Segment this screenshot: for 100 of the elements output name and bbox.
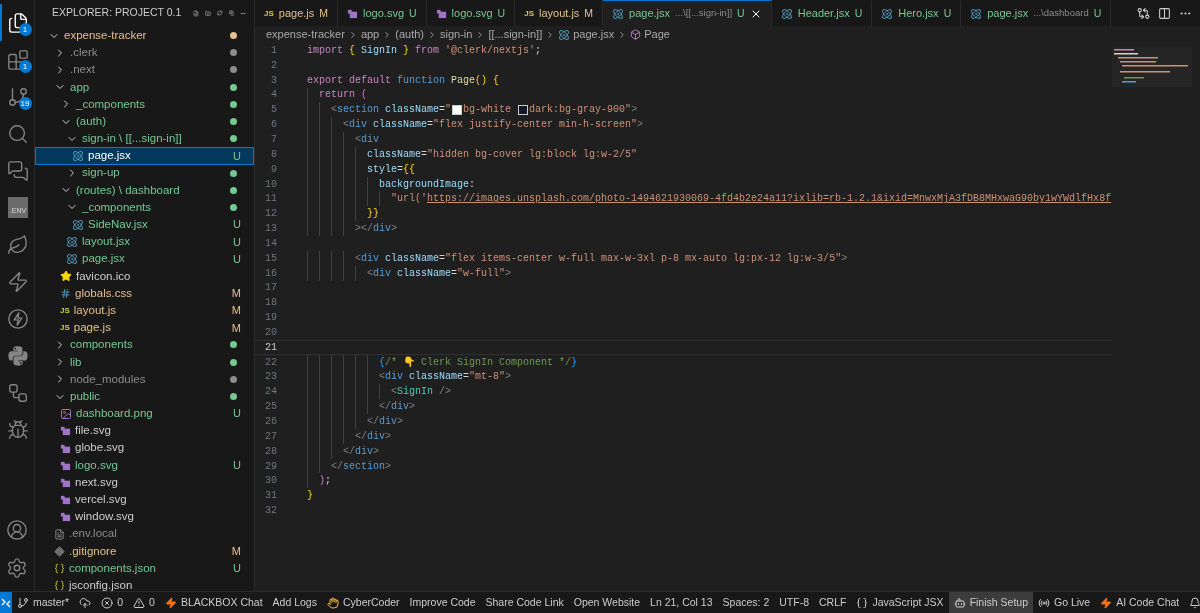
- file-row[interactable]: components.json U: [35, 559, 254, 577]
- folder-row[interactable]: .clerk: [35, 44, 254, 62]
- breadcrumb-item[interactable]: app: [360, 26, 380, 43]
- status-item[interactable]: CRLF: [814, 592, 852, 613]
- status-item[interactable]: 0: [96, 592, 129, 613]
- line-number: 17: [264, 281, 278, 296]
- error-icon: [101, 596, 114, 609]
- folder-name: (routes) \ dashboard: [76, 182, 180, 198]
- react-icon: [780, 7, 793, 20]
- folder-row[interactable]: _components: [35, 198, 254, 217]
- breadcrumb-item[interactable]: sign-in: [440, 26, 473, 43]
- folder-row[interactable]: public: [35, 387, 254, 406]
- folder-row[interactable]: .next: [35, 61, 254, 79]
- file-row[interactable]: dashboard.png U: [35, 405, 254, 423]
- folder-row[interactable]: node_modules: [35, 370, 254, 388]
- folder-name: components: [70, 337, 133, 353]
- warning-icon: [133, 596, 146, 609]
- tab-label: layout.js: [539, 6, 580, 22]
- folder-row[interactable]: expense-tracker: [35, 27, 254, 45]
- status-item[interactable]: UTF-8: [774, 592, 814, 613]
- folder-row[interactable]: components: [35, 336, 254, 354]
- status-item[interactable]: JavaScript JSX: [851, 592, 949, 613]
- breadcrumb-item[interactable]: page.jsx: [573, 26, 615, 43]
- file-row[interactable]: globals.css M: [35, 284, 254, 302]
- breadcrumb-item[interactable]: expense-tracker: [266, 26, 345, 43]
- status-item[interactable]: Ln 21, Col 13: [645, 592, 718, 613]
- status-item[interactable]: BLACKBOX Chat: [159, 592, 268, 613]
- file-name: globe.svg: [75, 440, 125, 456]
- file-name: components.json: [69, 560, 156, 576]
- status-item[interactable]: master*: [12, 592, 75, 613]
- code-text: <div: [355, 133, 380, 147]
- folder-row[interactable]: _components: [35, 95, 254, 113]
- branch-icon: [17, 596, 29, 609]
- file-row[interactable]: .gitignore M: [35, 542, 254, 560]
- git-status-label: U: [233, 406, 241, 422]
- file-row[interactable]: vercel.svg: [35, 491, 254, 509]
- status-item[interactable]: CyberCoder: [321, 592, 405, 613]
- line-number: 16: [264, 266, 278, 281]
- file-row[interactable]: next.svg: [35, 473, 254, 492]
- breadcrumb-item[interactable]: Page: [644, 26, 670, 43]
- remote-button[interactable]: [0, 592, 12, 613]
- status-item[interactable]: Improve Code: [404, 592, 481, 613]
- folder-name: public: [70, 388, 101, 404]
- folder-row[interactable]: lib: [35, 353, 254, 371]
- status-item[interactable]: AI Code Chat: [1095, 592, 1185, 613]
- file-name: .env.local: [69, 526, 117, 542]
- braces-icon: [856, 596, 869, 609]
- status-item[interactable]: Share Code Link: [480, 592, 569, 613]
- folder-row[interactable]: sign-in \ [[...sign-in]]: [35, 130, 254, 148]
- editor-tab[interactable]: Hero.jsx U: [872, 0, 962, 26]
- file-row[interactable]: SideNav.jsx U: [35, 216, 254, 234]
- bot-icon: [953, 596, 966, 609]
- file-row[interactable]: favicon.ico: [35, 267, 254, 285]
- file-row[interactable]: window.svg: [35, 508, 254, 526]
- breadcrumb-item[interactable]: (auth): [395, 26, 424, 43]
- file-row[interactable]: jsconfig.json: [35, 577, 254, 595]
- file-name: window.svg: [75, 509, 134, 525]
- file-row[interactable]: globe.svg: [35, 439, 254, 457]
- git-status-label: U: [409, 5, 417, 21]
- file-row[interactable]: layout.jsx U: [35, 233, 254, 251]
- line-number: 21: [264, 340, 278, 355]
- folder-row[interactable]: sign-up: [35, 164, 254, 182]
- folder-name: _components: [76, 96, 146, 112]
- file-row[interactable]: .env.local: [35, 525, 254, 543]
- editor-tab[interactable]: page.jsx ...\dashboard U: [961, 0, 1112, 26]
- editor-tab[interactable]: Header.jsx U: [771, 0, 873, 26]
- file-row[interactable]: logo.svg U: [35, 456, 254, 474]
- status-item[interactable]: Add Logs: [267, 592, 322, 613]
- compare-icon[interactable]: [1137, 6, 1150, 20]
- status-item[interactable]: Go Live: [1033, 592, 1096, 613]
- editor-tab[interactable]: logo.svg U: [426, 0, 516, 26]
- breadcrumb-item[interactable]: [[...sign-in]]: [488, 26, 543, 43]
- file-row[interactable]: page.jsx U: [35, 250, 254, 268]
- file-row[interactable]: JS layout.js M: [35, 302, 254, 320]
- editor-tab[interactable]: JS page.js M: [255, 0, 339, 26]
- folder-name: app: [70, 79, 90, 95]
- folder-row[interactable]: app: [35, 78, 254, 96]
- editor-tab[interactable]: logo.svg U: [338, 0, 427, 26]
- file-row[interactable]: file.svg: [35, 422, 254, 440]
- line-number: 24: [264, 385, 278, 400]
- extensions-icon: [7, 48, 29, 71]
- code-text: ></div>: [355, 222, 398, 237]
- folder-row[interactable]: (auth): [35, 112, 254, 131]
- line-number: 8: [270, 147, 278, 162]
- chat-icon: [7, 159, 29, 182]
- file-name: logo.svg: [75, 457, 118, 473]
- status-item[interactable]: Spaces: 2: [717, 592, 775, 613]
- line-number: 15: [264, 251, 278, 266]
- file-row[interactable]: JS page.js M: [35, 319, 254, 337]
- code-text: {/* 👇 Clerk SignIn Component */}: [379, 355, 578, 370]
- status-item[interactable]: 0: [128, 592, 160, 613]
- line-number: 31: [264, 489, 278, 504]
- git-status-label: M: [319, 5, 329, 21]
- folder-row[interactable]: (routes) \ dashboard: [35, 181, 254, 199]
- status-item[interactable]: Open Website: [568, 592, 646, 613]
- svg-file-icon: [60, 511, 71, 523]
- editor-tab[interactable]: page.jsx ...\[[...sign-in]] U: [603, 0, 772, 26]
- split-editor-icon[interactable]: [1158, 6, 1171, 20]
- status-item[interactable]: Finish Setup: [948, 592, 1033, 613]
- file-row[interactable]: page.jsx U: [35, 147, 254, 165]
